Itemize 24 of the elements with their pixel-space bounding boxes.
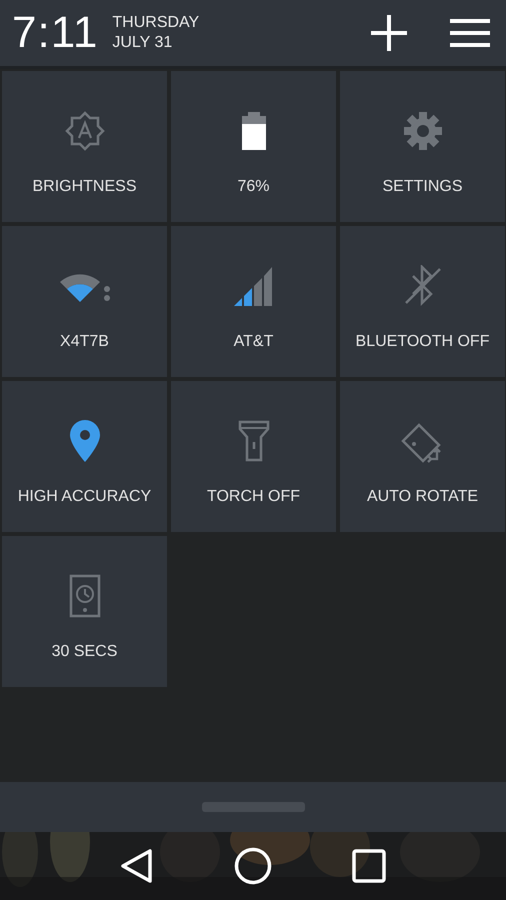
add-icon[interactable] xyxy=(368,12,410,54)
quick-setting-tile[interactable]: SETTINGS xyxy=(340,71,505,222)
quick-setting-tile[interactable]: 30 SECS xyxy=(2,536,167,687)
quick-setting-tile[interactable]: AUTO ROTATE xyxy=(340,381,505,532)
phone-clock-icon xyxy=(68,574,100,618)
quick-setting-tile[interactable]: X4T7B xyxy=(2,226,167,377)
bluetooth-icon xyxy=(402,265,442,307)
battery-icon xyxy=(242,112,266,150)
settings-icon xyxy=(402,111,442,151)
quick-setting-tile[interactable]: BRIGHTNESS xyxy=(2,71,167,222)
quick-setting-tile[interactable]: HIGH ACCURACY xyxy=(2,381,167,532)
back-icon[interactable] xyxy=(120,848,154,884)
brightness-icon xyxy=(64,111,104,151)
clock-time: 7:11 xyxy=(12,8,98,58)
signal-icon xyxy=(234,266,274,306)
quick-setting-tile[interactable]: 76% xyxy=(171,71,336,222)
menu-icon[interactable] xyxy=(450,18,490,48)
date-label: JULY 31 xyxy=(112,33,172,53)
quick-setting-tile[interactable]: AT&T xyxy=(171,226,336,377)
quick-setting-tile[interactable]: BLUETOOTH OFF xyxy=(340,226,505,377)
day-label: THURSDAY xyxy=(112,13,200,33)
home-icon[interactable] xyxy=(234,847,272,885)
recents-icon[interactable] xyxy=(352,849,386,883)
quick-setting-tile[interactable]: TORCH OFF xyxy=(171,381,336,532)
